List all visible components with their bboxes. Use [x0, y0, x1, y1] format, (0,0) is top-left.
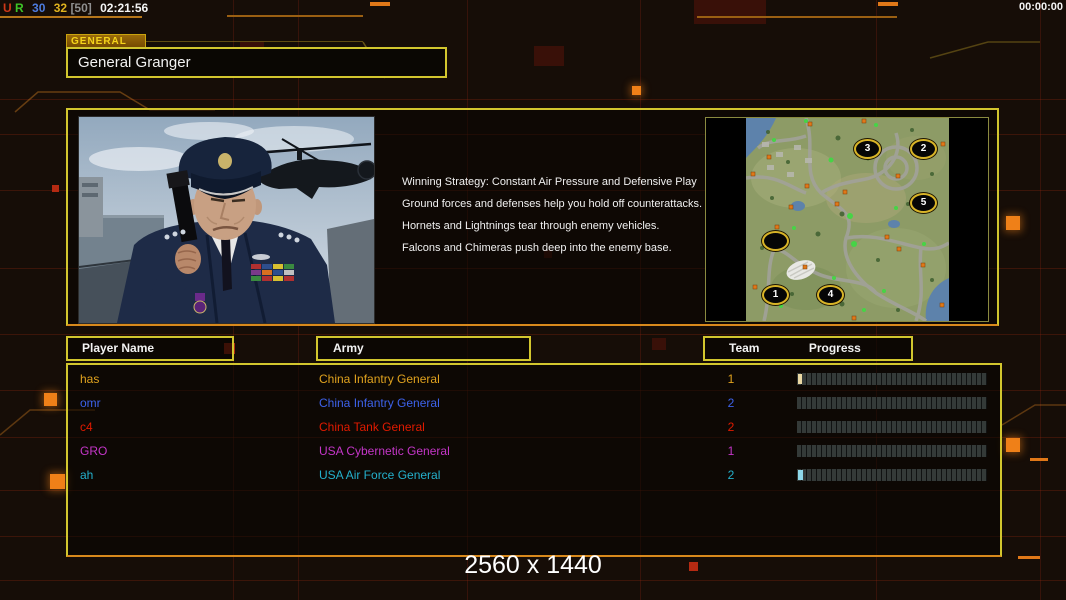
progress-bar — [797, 397, 987, 409]
player-row: GRO USA Cybernetic General 1 — [68, 439, 1000, 463]
map-preview: 3 2 5 1 4 — [705, 117, 989, 323]
stat-value: [50] — [70, 1, 92, 15]
strategy-text: Winning Strategy: Constant Air Pressure … — [402, 176, 702, 264]
progress-bar — [797, 373, 987, 385]
player-row: ah USA Air Force General 2 — [68, 463, 1000, 487]
general-name-box: General Granger — [66, 47, 447, 78]
player-row: c4 China Tank General 2 — [68, 415, 1000, 439]
stat-value: U — [3, 1, 12, 15]
general-info-panel: Winning Strategy: Constant Air Pressure … — [66, 108, 999, 326]
player-row: has China Infantry General 1 — [68, 367, 1000, 391]
accent-square — [632, 86, 641, 95]
grid-line — [0, 99, 1066, 100]
general-portrait — [78, 116, 377, 324]
accent-line — [140, 41, 363, 42]
accent-square — [44, 393, 57, 406]
grid-line — [0, 580, 1066, 581]
player-army: USA Air Force General — [319, 468, 441, 482]
loading-screen: U R 30 32 [50] 02:21:56 00:00:00 GENERAL… — [0, 0, 1066, 600]
player-name: c4 — [80, 420, 93, 434]
header-army: Army — [316, 336, 531, 361]
start-position-marker: 1 — [762, 285, 789, 305]
player-army: China Infantry General — [319, 396, 440, 410]
progress-fill — [798, 374, 802, 384]
player-team: 1 — [727, 372, 735, 386]
match-timer: 00:00:00 — [1018, 1, 1063, 13]
player-team: 2 — [727, 468, 735, 482]
start-position-marker: 4 — [817, 285, 844, 305]
header-team: Team — [729, 341, 760, 355]
player-name: omr — [80, 396, 101, 410]
strategy-line: Hornets and Lightnings tear through enem… — [402, 220, 660, 232]
accent-block — [534, 46, 564, 66]
player-name: GRO — [80, 444, 108, 458]
player-name: has — [80, 372, 100, 386]
strategy-line: Winning Strategy: Constant Air Pressure … — [402, 176, 697, 188]
map-image: 3 2 5 1 4 — [745, 117, 950, 323]
player-list-panel: has China Infantry General 1 omr China I… — [66, 363, 1002, 557]
player-army: China Infantry General — [319, 372, 440, 386]
progress-bar — [797, 445, 987, 457]
strategy-line: Falcons and Chimeras push deep into the … — [402, 242, 672, 254]
player-team: 2 — [727, 420, 735, 434]
header-player-name: Player Name — [66, 336, 234, 361]
accent-square — [52, 185, 59, 192]
accent-block — [652, 338, 666, 350]
accent-line — [0, 16, 142, 18]
accent-line — [697, 16, 897, 18]
accent-block — [694, 0, 766, 24]
header-progress: Progress — [808, 341, 861, 355]
player-team: 1 — [727, 444, 735, 458]
start-position-marker: 3 — [854, 139, 881, 159]
accent-square — [50, 474, 65, 489]
player-row: omr China Infantry General 2 — [68, 391, 1000, 415]
header-team-progress: Team Progress — [703, 336, 913, 361]
start-position-marker — [762, 231, 789, 251]
accent-line — [227, 15, 363, 17]
grid-line — [1040, 0, 1041, 600]
player-name: ah — [80, 468, 94, 482]
accent-dash — [370, 2, 390, 6]
accent-dash — [878, 2, 898, 6]
strategy-line: Ground forces and defenses help you hold… — [402, 198, 703, 210]
accent-square — [1006, 216, 1020, 230]
player-team: 2 — [727, 396, 735, 410]
accent-dash — [1030, 458, 1048, 461]
player-army: USA Cybernetic General — [319, 444, 450, 458]
progress-bar — [797, 469, 987, 481]
stat-value: 30 — [32, 1, 46, 15]
player-army: China Tank General — [319, 420, 425, 434]
clock-value: 02:21:56 — [100, 1, 149, 15]
stat-value: R — [15, 1, 24, 15]
start-position-marker: 5 — [910, 193, 937, 213]
stat-value: 32 — [53, 1, 68, 15]
general-portrait-image — [78, 117, 377, 324]
grid-line — [0, 334, 1066, 335]
debug-stats: U R 30 32 [50] 02:21:56 — [3, 1, 153, 15]
start-position-marker: 2 — [910, 139, 937, 159]
progress-bar — [797, 421, 987, 433]
accent-square — [1006, 438, 1020, 452]
progress-fill — [798, 470, 803, 480]
resolution-label: 2560 x 1440 — [464, 551, 602, 579]
